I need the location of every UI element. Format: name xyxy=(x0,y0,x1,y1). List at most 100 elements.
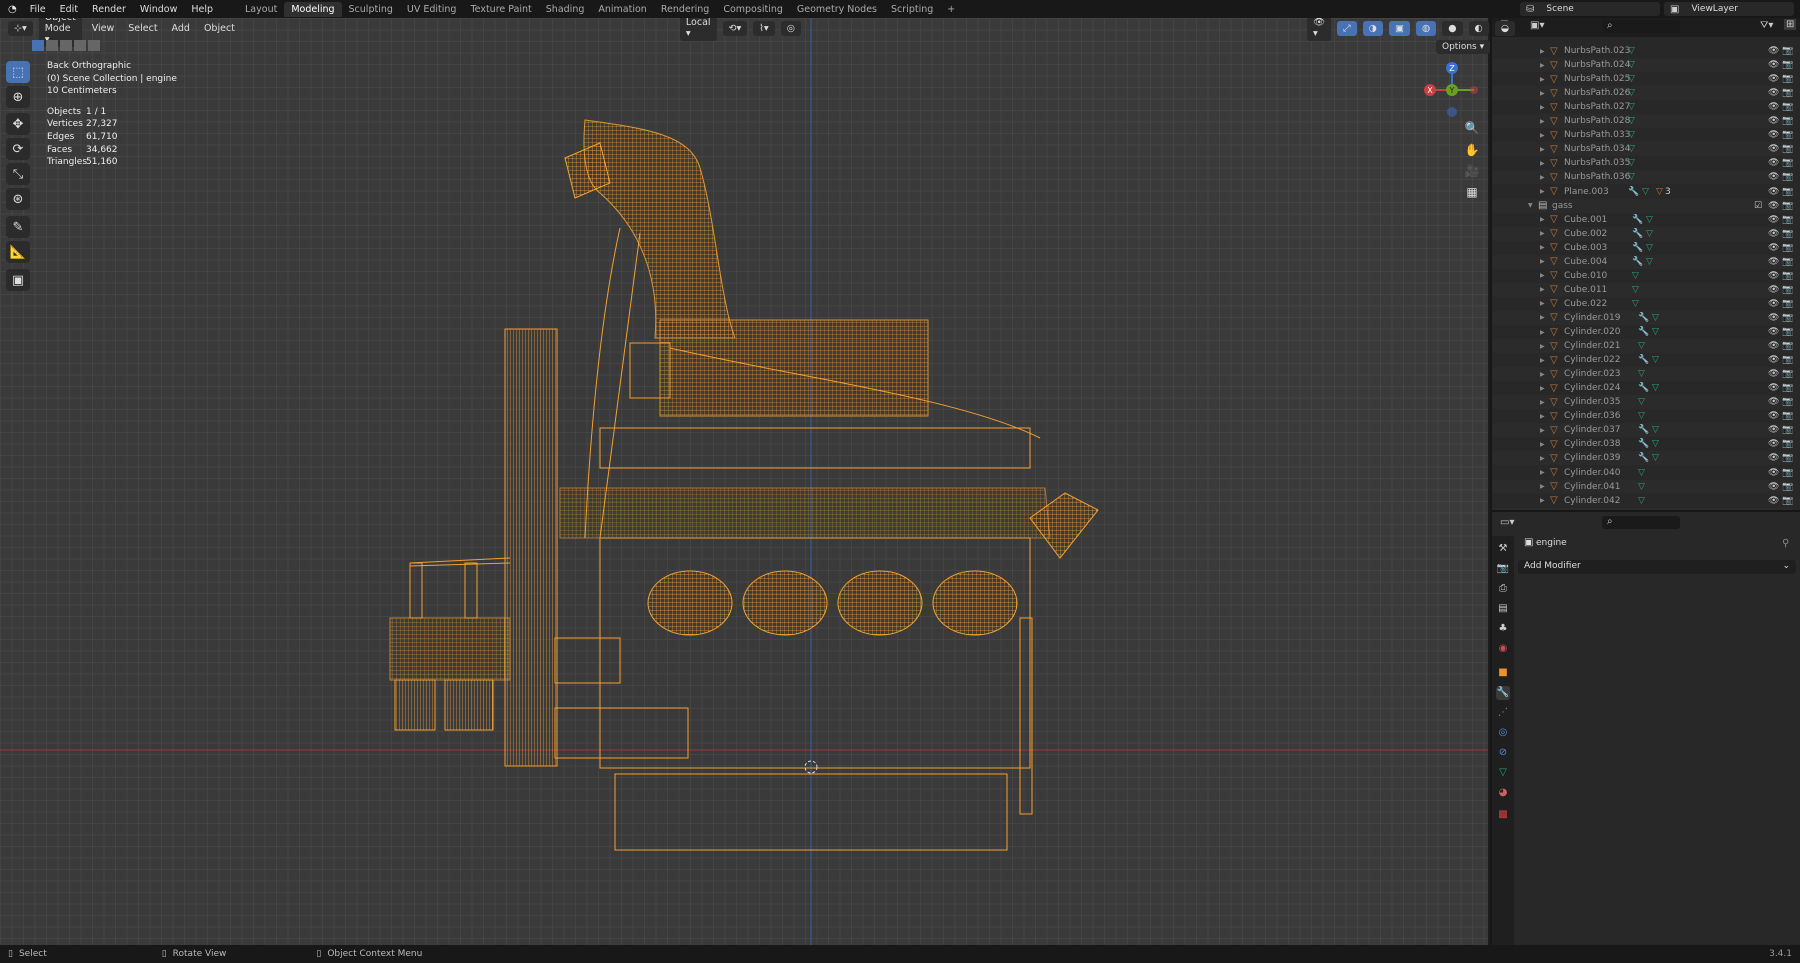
tab-uv-editing[interactable]: UV Editing xyxy=(400,2,464,17)
expand-arrow-icon[interactable]: ▶ xyxy=(1540,357,1545,364)
expand-arrow-icon[interactable]: ▼ xyxy=(1528,202,1533,209)
solid-shading-icon[interactable]: ● xyxy=(1442,20,1463,36)
render-camera-icon[interactable]: 📷 xyxy=(1782,299,1793,309)
modifier-wrench-icon[interactable]: 🔧 xyxy=(1632,215,1643,225)
outliner-item[interactable]: ▶ ▽ Cube.011 ▽ 👁 📷 xyxy=(1492,282,1793,297)
properties-search-input[interactable]: ⌕ xyxy=(1602,516,1680,529)
visibility-eye-icon[interactable]: 👁 xyxy=(1768,144,1779,154)
menu-object[interactable]: Object xyxy=(200,23,239,34)
mesh-data-icon[interactable]: ▽ xyxy=(1652,453,1659,463)
expand-arrow-icon[interactable]: ▶ xyxy=(1540,371,1545,378)
mesh-data-icon[interactable]: ▽ xyxy=(1628,130,1635,140)
menu-edit[interactable]: Edit xyxy=(53,4,85,15)
visibility-eye-icon[interactable]: 👁 xyxy=(1768,46,1779,56)
expand-arrow-icon[interactable]: ▶ xyxy=(1540,244,1545,251)
visibility-eye-icon[interactable]: 👁 xyxy=(1768,243,1779,253)
modifier-wrench-icon[interactable]: 🔧 xyxy=(1632,229,1643,239)
visibility-eye-icon[interactable]: 👁 xyxy=(1768,187,1779,197)
render-camera-icon[interactable]: 📷 xyxy=(1782,116,1793,126)
outliner-item[interactable]: ▶ ▽ Cylinder.023 ▽ 👁 📷 xyxy=(1492,367,1793,382)
expand-arrow-icon[interactable]: ▶ xyxy=(1540,427,1545,434)
mesh-data-icon[interactable]: ▽ xyxy=(1646,229,1653,239)
render-camera-icon[interactable]: 📷 xyxy=(1782,355,1793,365)
mesh-data-icon[interactable]: ▽ xyxy=(1642,187,1649,197)
new-collection-icon[interactable]: ⊞ xyxy=(1784,19,1797,30)
transform-orientation-dropdown[interactable]: Local ▾ xyxy=(679,15,717,41)
visibility-eye-icon[interactable]: 👁 xyxy=(1768,172,1779,182)
expand-arrow-icon[interactable]: ▶ xyxy=(1540,300,1545,307)
outliner-item[interactable]: ▶ ▽ Cylinder.024 🔧 ▽ 👁 📷 xyxy=(1492,381,1793,395)
visibility-icon[interactable]: 👁▾ xyxy=(1306,15,1332,41)
visibility-eye-icon[interactable]: 👁 xyxy=(1768,285,1779,295)
expand-arrow-icon[interactable]: ▶ xyxy=(1540,385,1545,392)
expand-arrow-icon[interactable]: ▶ xyxy=(1540,132,1545,139)
render-camera-icon[interactable]: 📷 xyxy=(1782,257,1793,267)
render-camera-icon[interactable]: 📷 xyxy=(1782,229,1793,239)
expand-arrow-icon[interactable]: ▶ xyxy=(1540,62,1545,69)
modifier-wrench-icon[interactable]: 🔧 xyxy=(1628,187,1639,197)
navigation-gizmo[interactable]: Z X Y xyxy=(1420,58,1484,122)
outliner-item[interactable]: ▶ ▽ Cylinder.022 🔧 ▽ 👁 📷 xyxy=(1492,353,1793,367)
camera-icon[interactable]: 🎥 xyxy=(1462,161,1482,181)
outliner-item[interactable]: ▶ ▽ NurbsPath.024 ▽ 👁 📷 xyxy=(1492,58,1793,73)
outliner-item[interactable]: ▶ ▽ NurbsPath.034 ▽ 👁 📷 xyxy=(1492,142,1793,157)
modifier-tab-wrench-icon[interactable]: 🔧 xyxy=(1496,686,1510,700)
output-tab-icon[interactable]: ⎙ xyxy=(1496,582,1510,596)
visibility-eye-icon[interactable]: 👁 xyxy=(1768,215,1779,225)
visibility-eye-icon[interactable]: 👁 xyxy=(1768,496,1779,506)
render-camera-icon[interactable]: 📷 xyxy=(1782,243,1793,253)
render-camera-icon[interactable]: 📷 xyxy=(1782,158,1793,168)
visibility-eye-icon[interactable]: 👁 xyxy=(1768,229,1779,239)
blender-logo-icon[interactable]: ◔ xyxy=(0,4,23,15)
mesh-data-icon[interactable]: ▽ xyxy=(1638,369,1645,379)
mesh-data-icon[interactable]: ▽ xyxy=(1628,158,1635,168)
expand-arrow-icon[interactable]: ▶ xyxy=(1540,469,1545,476)
visibility-eye-icon[interactable]: 👁 xyxy=(1768,425,1779,435)
outliner[interactable]: ☰▾ ▣▾ ⌕ ⛛▾ ⊞ ▶▽NurbsPath.023▽👁📷▶▽NurbsPa… xyxy=(1490,18,1800,522)
editor-type-button[interactable]: ⊹▾ xyxy=(8,20,33,36)
mesh-data-icon[interactable]: ▽ xyxy=(1638,496,1645,506)
physics-tab-icon[interactable]: ◎ xyxy=(1496,726,1510,740)
add-modifier-dropdown[interactable]: Add Modifier ⌄ xyxy=(1518,560,1796,574)
mesh-data-icon[interactable]: ▽ xyxy=(1632,285,1639,295)
outliner-item[interactable]: ▶ ▽ Plane.003 🔧 ▽ ▽ 3 👁 📷 xyxy=(1492,185,1793,199)
menu-file[interactable]: File xyxy=(23,4,53,15)
mesh-data-icon[interactable]: ▽ xyxy=(1628,102,1635,112)
menu-window[interactable]: Window xyxy=(133,4,184,15)
visibility-eye-icon[interactable]: 👁 xyxy=(1768,383,1779,393)
visibility-eye-icon[interactable]: 👁 xyxy=(1768,74,1779,84)
expand-arrow-icon[interactable]: ▶ xyxy=(1540,104,1545,111)
render-camera-icon[interactable]: 📷 xyxy=(1782,313,1793,323)
menu-select[interactable]: Select xyxy=(124,23,161,34)
particles-tab-icon[interactable]: ⋰ xyxy=(1496,706,1510,720)
outliner-item[interactable]: ▶ ▽ Cylinder.037 🔧 ▽ 👁 📷 xyxy=(1492,423,1793,438)
expand-arrow-icon[interactable]: ▶ xyxy=(1540,343,1545,350)
view-layer-tab-icon[interactable]: ▤ xyxy=(1496,602,1510,616)
mesh-data-icon[interactable]: ▽ xyxy=(1628,60,1635,70)
expand-arrow-icon[interactable]: ▶ xyxy=(1540,413,1545,420)
render-camera-icon[interactable]: 📷 xyxy=(1782,88,1793,98)
tab-layout[interactable]: Layout xyxy=(238,2,284,17)
tab-shading[interactable]: Shading xyxy=(539,2,592,17)
mesh-data-icon[interactable]: ▽ xyxy=(1652,327,1659,337)
expand-arrow-icon[interactable]: ▶ xyxy=(1540,286,1545,293)
menu-render[interactable]: Render xyxy=(85,4,133,15)
expand-arrow-icon[interactable]: ▶ xyxy=(1540,483,1545,490)
tab-modeling[interactable]: Modeling xyxy=(284,1,342,17)
visibility-eye-icon[interactable]: 👁 xyxy=(1768,102,1779,112)
select-new-icon[interactable] xyxy=(32,40,44,51)
render-camera-icon[interactable]: 📷 xyxy=(1782,439,1793,449)
proportional-edit-icon[interactable]: ◎ xyxy=(780,20,801,36)
mesh-data-icon[interactable]: ▽ xyxy=(1628,144,1635,154)
constraints-tab-icon[interactable]: ⊘ xyxy=(1496,746,1510,760)
select-subtract-icon[interactable] xyxy=(60,40,72,51)
menu-add[interactable]: Add xyxy=(168,23,194,34)
visibility-eye-icon[interactable]: 👁 xyxy=(1768,355,1779,365)
visibility-eye-icon[interactable]: 👁 xyxy=(1768,313,1779,323)
mesh-data-icon[interactable]: ▽ xyxy=(1638,468,1645,478)
render-camera-icon[interactable]: 📷 xyxy=(1782,327,1793,337)
scale-tool[interactable]: ⤡ xyxy=(6,163,30,185)
mesh-data-icon[interactable]: ▽ xyxy=(1638,341,1645,351)
expand-arrow-icon[interactable]: ▶ xyxy=(1540,258,1545,265)
editor-type-icon[interactable]: ▭▾ xyxy=(1500,517,1514,528)
